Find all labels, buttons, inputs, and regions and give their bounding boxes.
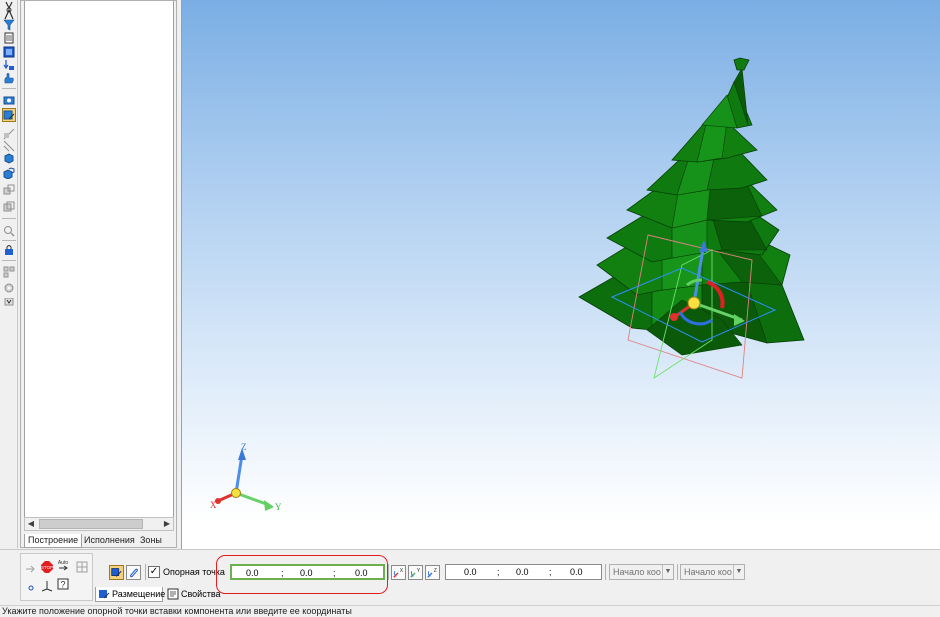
status-bar: Укажите положение опорной точки вставки … <box>0 605 940 617</box>
axes-icon[interactable] <box>41 580 53 592</box>
pin-icon[interactable] <box>25 563 37 575</box>
separator <box>605 564 606 580</box>
placement-icon <box>99 590 110 599</box>
triad-z-label: Z <box>241 442 247 452</box>
tab-placement-label: Размещение <box>112 589 166 599</box>
app-window: ◀ ▶ Построение Исполнения Зоны Z Y X STO… <box>0 0 940 617</box>
tab-properties-label: Свойства <box>181 589 221 599</box>
help-icon[interactable]: ? <box>57 578 69 590</box>
tab-properties[interactable]: Свойства <box>165 587 225 602</box>
placement-parameters: ✓ Опорная точка 0.0 ; 0.0 ; 0.0 X Y Z 0.… <box>95 553 940 605</box>
svg-text:Z: Z <box>434 568 437 574</box>
hand-icon[interactable] <box>3 72 15 84</box>
stop-icon[interactable]: STOP <box>41 561 53 573</box>
svg-text:X: X <box>400 568 404 574</box>
left-toolbar <box>0 0 18 548</box>
rotate-z-icon[interactable]: Z <box>425 565 440 580</box>
gear-part-icon[interactable] <box>3 282 15 294</box>
chevron-down-icon[interactable]: ▼ <box>662 565 673 579</box>
triad-x-label: X <box>210 500 217 510</box>
cube-stack-icon[interactable] <box>3 167 15 179</box>
highlight-annotation <box>216 555 388 594</box>
model-tree-area[interactable] <box>24 1 174 531</box>
mirror-icon[interactable] <box>3 128 15 140</box>
filter-icon[interactable] <box>3 19 15 31</box>
scene-canvas: Z Y X <box>210 57 805 512</box>
insert-component-icon[interactable] <box>2 108 16 122</box>
chevron-down-icon[interactable]: ▼ <box>733 565 744 579</box>
auto-create-icon[interactable]: Auto <box>57 559 69 571</box>
point-icon[interactable] <box>25 582 37 594</box>
model-tree-panel: ◀ ▶ Построение Исполнения Зоны <box>20 0 177 548</box>
cube-icon[interactable] <box>3 152 15 164</box>
panel-layout-icon[interactable] <box>76 561 88 573</box>
angles-input[interactable]: 0.0 ; 0.0 ; 0.0 <box>445 564 602 580</box>
copy-body-icon[interactable] <box>3 184 15 196</box>
separator <box>145 564 146 580</box>
zoom-part-icon[interactable] <box>3 225 15 237</box>
toolbar-separator <box>2 260 16 261</box>
property-panel: STOP Auto ? ✓ Опорная точка 0.0 ; 0.0 ; … <box>0 549 940 605</box>
rotate-x-icon[interactable]: X <box>391 565 406 580</box>
origin-combo-2[interactable]: Начало коо ▼ <box>680 564 745 580</box>
expand-toolbar-icon[interactable] <box>3 298 15 306</box>
angle-x-value: 0.0 <box>464 567 477 577</box>
reference-point-checkbox[interactable]: ✓ <box>148 566 160 578</box>
download-arrow-icon[interactable] <box>3 59 15 71</box>
christmas-tree-model[interactable] <box>578 57 805 356</box>
toolbar-separator <box>2 88 16 89</box>
svg-text:Y: Y <box>417 568 421 574</box>
angle-z-value: 0.0 <box>570 567 583 577</box>
property-panel-controls: STOP Auto ? <box>20 553 93 601</box>
scroll-thumb[interactable] <box>39 519 143 529</box>
copy-array-icon[interactable] <box>3 201 15 213</box>
tab-variants[interactable]: Исполнения <box>81 534 138 548</box>
grid-parts-icon[interactable] <box>3 266 15 278</box>
coordinate-triad: Z Y X <box>210 442 282 512</box>
square-blue-icon[interactable] <box>3 46 15 58</box>
insert-mode-icon[interactable] <box>109 565 124 580</box>
toolbar-separator <box>2 240 16 241</box>
triad-y-label: Y <box>275 502 282 512</box>
camera-icon[interactable] <box>3 94 15 106</box>
svg-text:STOP: STOP <box>41 565 53 570</box>
separator <box>388 564 389 580</box>
separator <box>677 564 678 580</box>
toolbar-separator <box>2 218 16 219</box>
tab-build[interactable]: Построение <box>24 534 83 548</box>
status-text: Укажите положение опорной точки вставки … <box>2 606 352 616</box>
paperclip-icon[interactable] <box>126 565 141 580</box>
origin-combo-1-value: Начало коо <box>613 567 661 577</box>
tab-placement[interactable]: Размещение <box>95 587 166 602</box>
scroll-right-icon[interactable]: ▶ <box>161 518 173 530</box>
properties-icon <box>167 588 179 600</box>
rotate-y-icon[interactable]: Y <box>408 565 423 580</box>
svg-text:?: ? <box>60 580 65 590</box>
angle-y-value: 0.0 <box>516 567 529 577</box>
lock-icon[interactable] <box>3 244 15 256</box>
3d-viewport[interactable]: Z Y X <box>181 0 940 549</box>
origin-combo-1[interactable]: Начало коо ▼ <box>609 564 674 580</box>
origin-combo-2-value: Начало коо <box>684 567 732 577</box>
tab-zones[interactable]: Зоны <box>137 534 165 548</box>
tree-tabs: Построение Исполнения Зоны <box>24 534 174 548</box>
svg-text:Auto: Auto <box>58 560 69 566</box>
pattern-icon[interactable] <box>3 140 15 152</box>
scroll-left-icon[interactable]: ◀ <box>25 518 37 530</box>
horizontal-scrollbar[interactable]: ◀ ▶ <box>24 517 174 531</box>
document-icon[interactable] <box>3 32 15 44</box>
